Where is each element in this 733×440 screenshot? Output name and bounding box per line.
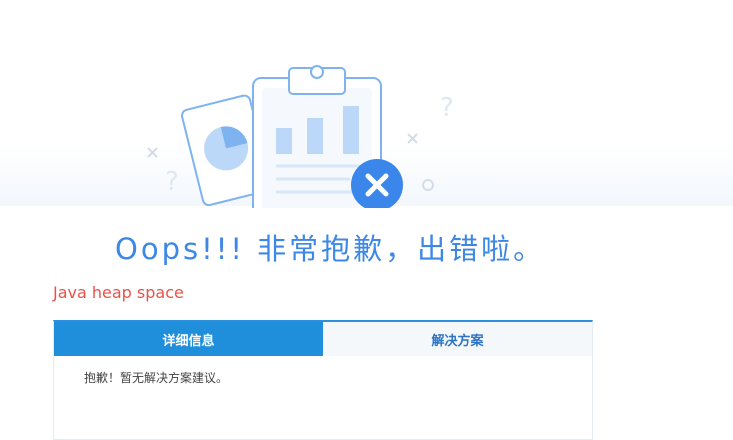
question-mark-icon: ? [440,93,454,123]
clipboard-chart-icon: ? ? [147,65,454,219]
tab-solution[interactable]: 解决方案 [323,322,592,356]
tab-details[interactable]: 详细信息 [54,322,323,356]
question-mark-icon: ? [165,167,179,197]
page-title: Oops!!! 非常抱歉，出错啦。 [115,232,546,266]
panel-content: 抱歉！暂无解决方案建议。 [84,371,229,385]
error-message: Java heap space [53,283,184,302]
tab-bar: 详细信息 解决方案 [54,322,592,356]
error-illustration: ? ? [140,58,470,219]
info-panel: 详细信息 解决方案 抱歉！暂无解决方案建议。 [53,320,593,440]
